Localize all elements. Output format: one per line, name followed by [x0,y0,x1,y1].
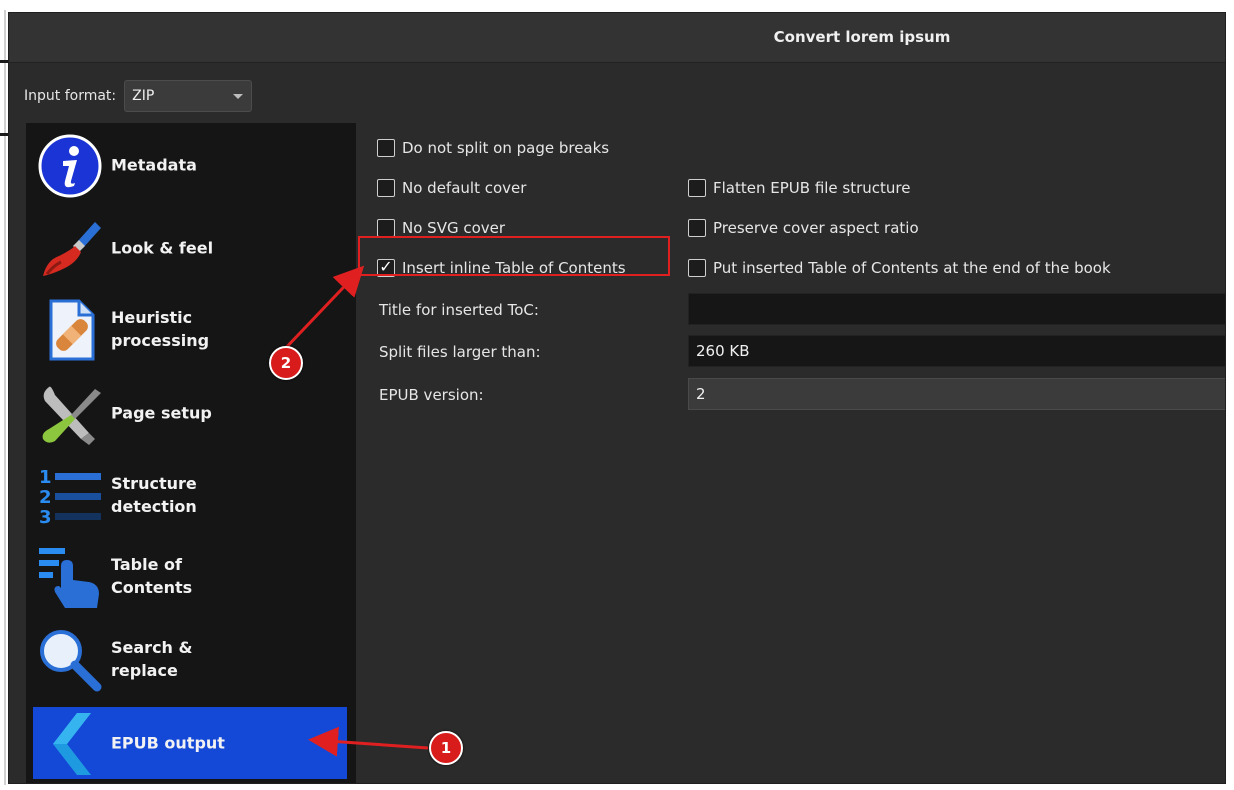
sidebar-item-label: Search & replace [111,638,193,680]
highlight-box [358,236,670,276]
toc-hand-icon [39,548,99,608]
no-split-checkbox[interactable]: Do not split on page breaks [377,139,609,157]
wrench-screwdriver-icon [42,386,101,445]
frame-edge [4,10,6,785]
checkbox-label: No SVG cover [402,219,506,237]
checkbox-box[interactable] [377,219,395,237]
checkbox-box[interactable] [377,179,395,197]
preserve-aspect-checkbox[interactable]: Preserve cover aspect ratio [688,219,919,237]
split-size-input[interactable]: 260 KB [688,335,1225,367]
sidebar-item-structure-detection[interactable]: 1 2 3 Structure detection [33,459,347,531]
window-title: Convert lorem ipsum [773,28,951,46]
sidebar-item-label: Page setup [111,403,212,423]
toc-at-end-checkbox[interactable]: Put inserted Table of Contents at the en… [688,259,1111,277]
sidebar-item-label: Structure detection [111,474,197,516]
input-format-row: Input format: ZIP [24,80,253,112]
split-size-label: Split files larger than: [379,343,541,361]
epub-version-select[interactable]: 2 [688,378,1225,410]
sidebar-item-table-of-contents[interactable]: Table of Contents [33,540,347,612]
toc-title-label: Title for inserted ToC: [379,301,539,319]
input-format-label: Input format: [24,88,117,104]
sidebar-item-epub-output[interactable]: EPUB output [33,707,347,779]
svg-text:3: 3 [39,507,52,528]
sidebar-item-label: Metadata [111,155,197,175]
annotation-badge-2: 2 [269,346,303,380]
checkbox-label: Put inserted Table of Contents at the en… [713,259,1111,277]
flatten-structure-checkbox[interactable]: Flatten EPUB file structure [688,179,911,197]
checkbox-box[interactable] [688,219,706,237]
no-default-cover-checkbox[interactable]: No default cover [377,179,526,197]
checkbox-label: No default cover [402,179,527,197]
title-bar[interactable]: Convert lorem ipsum [9,13,1225,63]
sidebar-item-label: Table of Contents [111,555,193,597]
info-icon [38,134,102,198]
sidebar-item-metadata[interactable]: Metadata [33,129,347,201]
checkbox-box[interactable] [377,139,395,157]
options-sidebar: Metadata Look & feel Heuristic processin… [26,123,356,783]
annotation-badge-1: 1 [429,731,463,765]
epub-version-label: EPUB version: [379,386,484,404]
chevron-down-icon [233,94,244,99]
sidebar-item-label: Heuristic processing [111,308,210,350]
convert-dialog: Convert lorem ipsum Input format: ZIP Me… [8,12,1226,784]
screenshot-frame: Convert lorem ipsum Input format: ZIP Me… [0,0,1234,790]
sidebar-item-look-feel[interactable]: Look & feel [33,212,347,284]
sidebar-item-search-replace[interactable]: Search & replace [33,623,347,695]
checkbox-box[interactable] [688,259,706,277]
checkbox-label: Do not split on page breaks [402,139,610,157]
checkbox-label: Flatten EPUB file structure [713,179,911,197]
document-bandage-icon [49,299,95,361]
magnifier-icon [40,630,102,692]
sidebar-item-page-setup[interactable]: Page setup [33,377,347,449]
svg-text:2: 2 [39,487,52,508]
paintbrush-icon [43,222,101,276]
checkbox-box[interactable] [688,179,706,197]
no-svg-cover-checkbox[interactable]: No SVG cover [377,219,505,237]
epub-output-panel: Do not split on page breaks No default c… [363,123,1225,783]
toc-title-input[interactable] [688,293,1225,325]
sidebar-item-label: EPUB output [111,733,225,753]
input-format-select[interactable]: ZIP [124,80,253,112]
numbered-list-icon: 1 2 3 [39,467,101,528]
sidebar-item-label: Look & feel [111,238,214,258]
checkbox-label: Preserve cover aspect ratio [713,219,919,237]
chevron-left-icon [53,713,91,775]
input-format-value: ZIP [132,88,155,104]
svg-text:1: 1 [39,467,52,488]
